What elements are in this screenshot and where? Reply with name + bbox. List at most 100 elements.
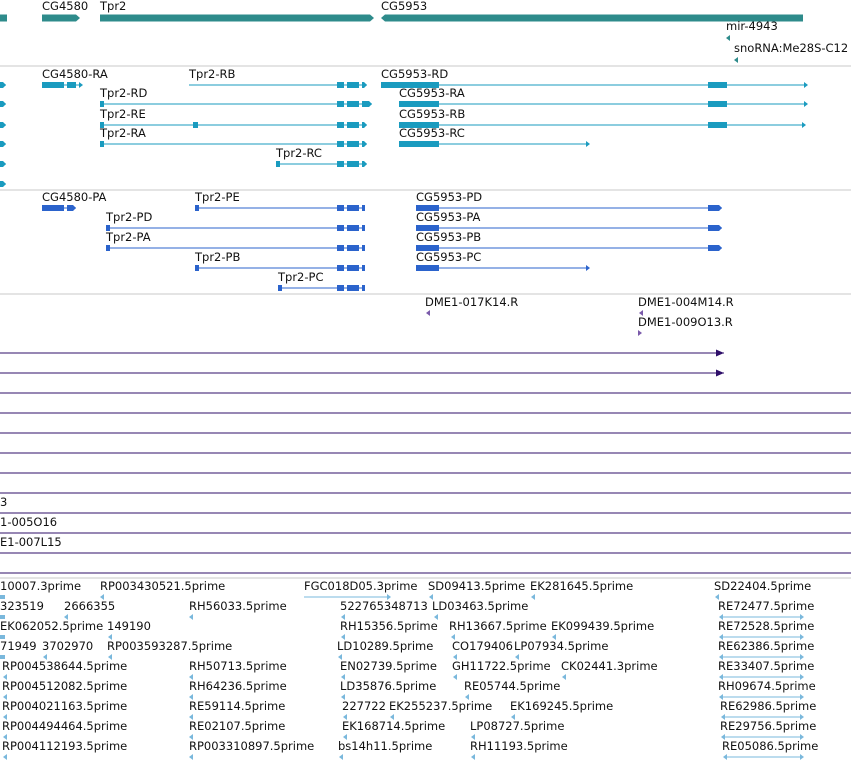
- est-feature[interactable]: RP003430521.5prime: [100, 579, 225, 600]
- est-feature[interactable]: RP004021163.5prime: [2, 699, 127, 720]
- est-feature[interactable]: LD10289.5prime: [337, 639, 433, 660]
- gene-feature[interactable]: Tpr2: [99, 0, 374, 22]
- alignment-feature[interactable]: 3: [0, 495, 851, 514]
- gene-feature[interactable]: mir-4943: [726, 19, 778, 41]
- transcript-feature[interactable]: Tpr2-RD: [99, 86, 372, 107]
- est-feature[interactable]: SD09413.5prime: [428, 579, 525, 600]
- est-feature[interactable]: LD03463.5prime: [432, 599, 528, 620]
- gene-feature[interactable]: [0, 14, 7, 22]
- gene-feature[interactable]: CG4580: [42, 0, 88, 22]
- transcript-feature[interactable]: [0, 122, 6, 128]
- protein-feature[interactable]: Tpr2-PD: [105, 210, 365, 231]
- est-feature[interactable]: RP004538644.5prime: [2, 659, 127, 680]
- alignment-feature[interactable]: [0, 369, 724, 377]
- transcript-feature[interactable]: [0, 101, 6, 107]
- est-label: LP07934.5prime: [514, 639, 608, 653]
- transcript-feature[interactable]: Tpr2-RE: [99, 107, 367, 128]
- transcript-feature[interactable]: CG4580-RA: [42, 67, 108, 88]
- clone-end-feature[interactable]: DME1-004M14.R: [638, 295, 734, 316]
- est-feature[interactable]: RH09674.5prime: [718, 679, 816, 700]
- est-feature[interactable]: RE05744.5prime: [464, 679, 560, 700]
- est-feature[interactable]: RE72477.5prime: [718, 599, 814, 620]
- protein-feature[interactable]: Tpr2-PB: [194, 250, 365, 271]
- est-label: RP004512082.5prime: [2, 679, 127, 693]
- protein-feature[interactable]: CG5953-PC: [416, 250, 590, 271]
- est-feature[interactable]: RE59114.5prime: [189, 699, 285, 720]
- est-feature[interactable]: RH64236.5prime: [189, 679, 287, 700]
- genome-browser-viewport[interactable]: CG4580 Tpr2 CG5953 mir-4943 snoRNA:Me28S-C12…: [0, 0, 851, 762]
- est-feature[interactable]: RE33407.5prime: [718, 659, 814, 680]
- est-feature[interactable]: 522765348713: [340, 599, 428, 620]
- transcript-feature[interactable]: Tpr2-RC: [275, 146, 367, 167]
- est-feature[interactable]: EK169245.5prime: [510, 699, 613, 720]
- est-feature[interactable]: LD35876.5prime: [340, 679, 436, 700]
- est-feature[interactable]: RE72528.5prime: [718, 619, 814, 640]
- est-feature[interactable]: 227722: [342, 699, 386, 720]
- est-feature[interactable]: LP07934.5prime: [514, 639, 608, 660]
- est-feature[interactable]: CO179406: [452, 639, 513, 660]
- alignment-feature[interactable]: [0, 349, 724, 357]
- transcript-feature[interactable]: Tpr2-RA: [99, 126, 367, 147]
- est-feature[interactable]: 323519: [0, 599, 44, 619]
- est-feature[interactable]: RH50713.5prime: [189, 659, 287, 680]
- protein-feature[interactable]: CG4580-PA: [42, 190, 107, 211]
- est-feature[interactable]: GH11722.5prime: [452, 659, 551, 680]
- est-feature[interactable]: FGC018D05.3prime: [304, 579, 417, 600]
- alignment-feature[interactable]: 1-005O16: [0, 515, 851, 534]
- transcript-feature[interactable]: [0, 141, 6, 147]
- transcript-feature[interactable]: CG5953-RD: [381, 67, 808, 88]
- est-feature[interactable]: RP003310897.5prime: [189, 739, 314, 760]
- exon-block: [362, 101, 372, 107]
- est-feature[interactable]: CK02441.3prime: [561, 659, 658, 680]
- est-feature[interactable]: RH56033.5prime: [189, 599, 287, 620]
- exon-block: [195, 265, 199, 271]
- clone-end-feature[interactable]: DME1-017K14.R: [425, 295, 518, 316]
- est-feature[interactable]: RP003593287.5prime: [107, 639, 232, 660]
- est-feature[interactable]: RE62386.5prime: [718, 639, 814, 660]
- protein-feature[interactable]: Tpr2-PA: [105, 230, 365, 251]
- protein-feature[interactable]: Tpr2-PC: [277, 270, 365, 291]
- transcript-feature[interactable]: [0, 181, 6, 187]
- transcript-feature[interactable]: [0, 82, 6, 88]
- clone-end-feature[interactable]: DME1-009O13.R: [638, 315, 733, 336]
- est-feature[interactable]: RH15356.5prime: [340, 619, 438, 640]
- est-feature[interactable]: RP004494464.5prime: [2, 719, 127, 740]
- est-feature[interactable]: 2666355: [64, 599, 115, 620]
- protein-feature[interactable]: Tpr2-PE: [194, 190, 365, 211]
- est-feature[interactable]: SD22404.5prime: [714, 579, 811, 600]
- est-feature[interactable]: RP004112193.5prime: [2, 739, 127, 760]
- est-feature[interactable]: LP08727.5prime: [470, 719, 564, 740]
- est-feature[interactable]: EK062052.5prime: [0, 619, 103, 639]
- est-feature[interactable]: EK168714.5prime: [342, 719, 445, 740]
- transcript-feature[interactable]: CG5953-RC: [399, 126, 590, 147]
- transcript-feature[interactable]: CG5953-RA: [399, 86, 808, 107]
- est-feature[interactable]: EK099439.5prime: [551, 619, 654, 640]
- est-label: RE33407.5prime: [718, 659, 814, 673]
- transcript-feature[interactable]: Tpr2-RB: [188, 67, 367, 88]
- gene-feature[interactable]: snoRNA:Me28S-C12: [734, 41, 848, 63]
- est-feature[interactable]: 3702970: [42, 639, 93, 660]
- est-feature[interactable]: EN02739.5prime: [340, 659, 437, 680]
- exon-block: [193, 122, 198, 128]
- exon-block: [416, 265, 439, 271]
- est-feature[interactable]: bs14h11.5prime: [338, 739, 432, 760]
- est-feature[interactable]: EK255237.5prime: [389, 699, 492, 720]
- transcript-feature[interactable]: [0, 161, 6, 167]
- est-feature[interactable]: RH13667.5prime: [449, 619, 547, 640]
- est-feature[interactable]: RE05086.5prime: [722, 739, 818, 760]
- alignment-feature[interactable]: E1-007L15: [0, 535, 851, 554]
- est-feature[interactable]: RE29756.5prime: [720, 719, 816, 740]
- est-feature[interactable]: EK281645.5prime: [530, 579, 633, 600]
- est-feature[interactable]: 149190: [107, 619, 151, 640]
- est-feature[interactable]: RP004512082.5prime: [2, 679, 127, 700]
- exon-block: [708, 82, 727, 88]
- est-feature[interactable]: RE62986.5prime: [720, 699, 816, 720]
- protein-feature[interactable]: CG5953-PB: [416, 230, 722, 251]
- transcript-feature[interactable]: CG5953-RB: [399, 107, 806, 128]
- est-feature[interactable]: 10007.3prime: [0, 579, 81, 599]
- protein-feature[interactable]: CG5953-PA: [416, 210, 722, 231]
- est-feature[interactable]: RH11193.5prime: [470, 739, 568, 760]
- est-feature[interactable]: 71949: [0, 639, 37, 659]
- est-feature[interactable]: RE02107.5prime: [189, 719, 285, 740]
- protein-feature[interactable]: CG5953-PD: [416, 190, 722, 211]
